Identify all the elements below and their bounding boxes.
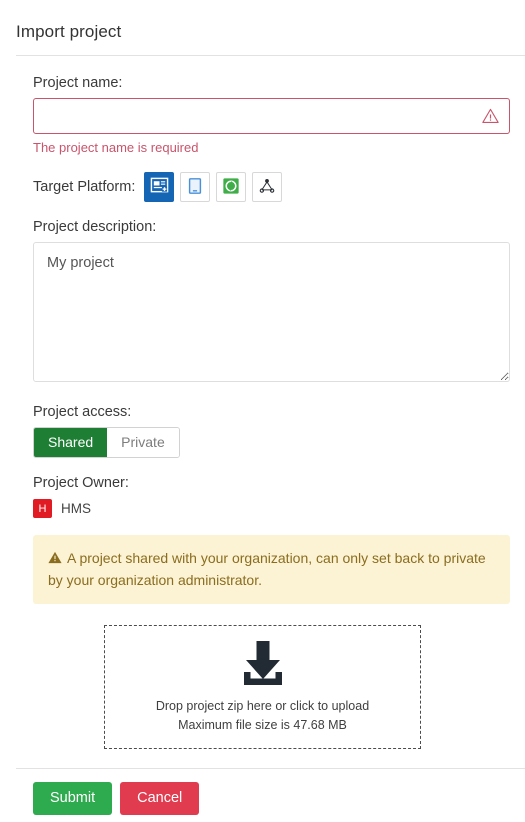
access-option-shared[interactable]: Shared [34, 428, 108, 458]
target-platform-row: Target Platform: [33, 172, 509, 202]
platform-option-desktop-window[interactable] [144, 172, 175, 202]
import-project-page: Import project Project name: The project… [0, 0, 525, 822]
project-access-toggle: Shared Private [33, 427, 180, 459]
header-divider [16, 55, 525, 56]
project-owner-label: Project Owner: [33, 475, 129, 492]
platform-option-tablet[interactable] [180, 172, 211, 202]
dropzone-secondary-text: Maximum file size is 47.68 MB [178, 717, 347, 732]
tablet-device-icon [186, 177, 204, 198]
project-name-label: Project name: [33, 75, 123, 91]
network-nodes-icon [258, 177, 276, 198]
access-option-private[interactable]: Private [107, 428, 179, 458]
shared-access-alert: A project shared with your organization,… [33, 535, 510, 604]
import-project-form: Project name: The project name is requir… [0, 75, 525, 749]
project-description-label: Project description: [33, 219, 157, 235]
project-name-error-text: The project name is required [33, 140, 199, 155]
warning-triangle-icon [48, 549, 62, 569]
avatar: H [33, 499, 52, 519]
dropzone-primary-text: Drop project zip here or click to upload [155, 699, 370, 714]
download-tray-icon [237, 639, 289, 687]
window-screen-icon [150, 176, 169, 198]
cancel-button[interactable]: Cancel [120, 781, 200, 816]
project-description-field-wrapper [33, 242, 510, 387]
shared-access-alert-text: A project shared with your organization,… [48, 550, 486, 588]
page-title: Import project [16, 22, 122, 41]
submit-button[interactable]: Submit [33, 781, 113, 816]
file-dropzone[interactable]: Drop project zip here or click to upload… [104, 624, 421, 749]
warning-triangle-icon [482, 108, 499, 125]
platform-option-sync[interactable] [216, 172, 247, 202]
project-description-textarea[interactable] [33, 242, 510, 382]
project-name-field-wrapper [33, 98, 510, 134]
green-refresh-icon [222, 177, 240, 198]
project-name-input[interactable] [33, 98, 510, 134]
target-platform-options [144, 172, 283, 202]
dropzone-container: Drop project zip here or click to upload… [16, 624, 509, 749]
project-access-label: Project access: [33, 404, 132, 420]
form-actions: Submit Cancel [0, 769, 525, 816]
target-platform-label: Target Platform: [33, 179, 136, 195]
platform-option-network[interactable] [252, 172, 283, 202]
project-owner-name: HMS [61, 501, 91, 517]
project-owner-row: H HMS [33, 499, 509, 519]
